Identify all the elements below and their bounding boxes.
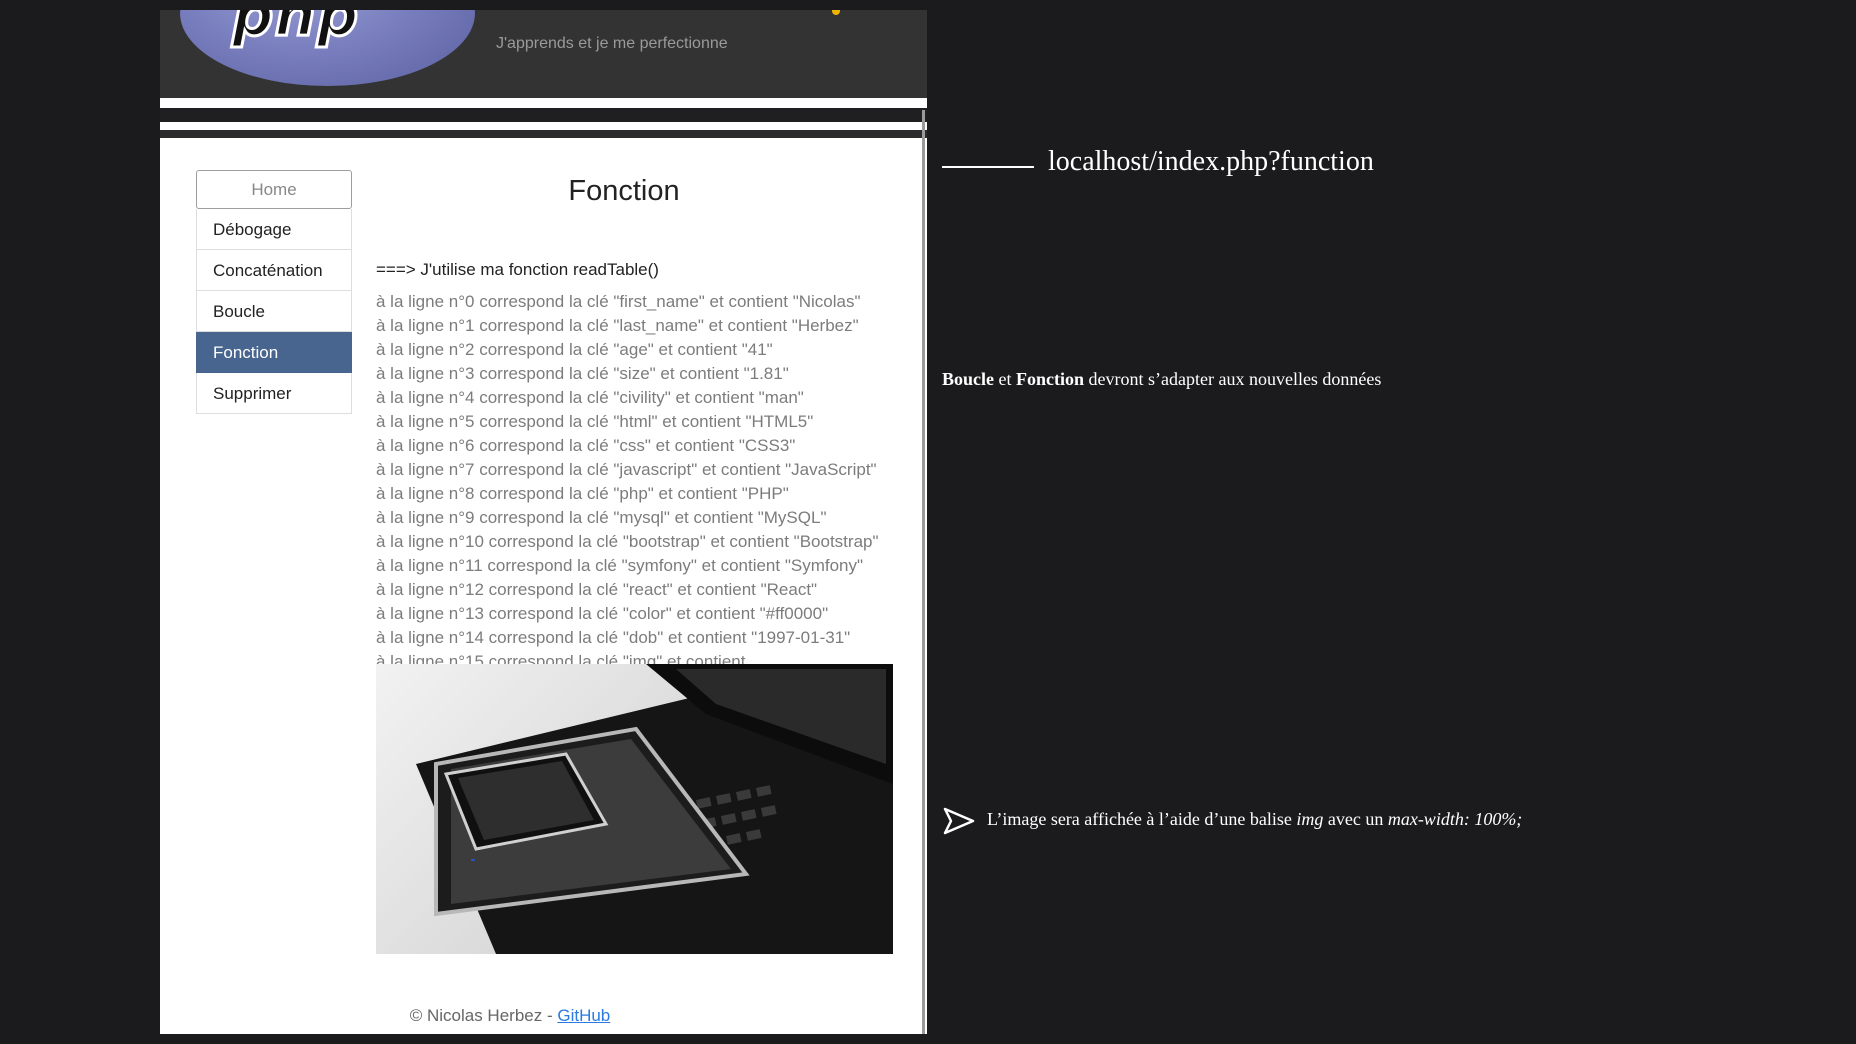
nav-item-debogage[interactable]: Débogage bbox=[196, 209, 352, 250]
nav-item-fonction[interactable]: Fonction bbox=[196, 332, 352, 373]
list-item: à la ligne n°4 correspond la clé "civili… bbox=[376, 388, 804, 407]
header-divider bbox=[160, 122, 927, 130]
boucle-word: Boucle bbox=[942, 369, 994, 389]
list-item: à la ligne n°10 correspond la clé "boots… bbox=[376, 532, 879, 551]
img-tag-word: img bbox=[1296, 809, 1324, 829]
header-divider bbox=[160, 130, 927, 138]
sidebar-nav: Home Débogage Concaténation Boucle Fonct… bbox=[196, 170, 352, 414]
list-item: à la ligne n°11 correspond la clé "symfo… bbox=[376, 556, 864, 575]
list-item: à la ligne n°5 correspond la clé "html" … bbox=[376, 412, 814, 431]
nav-item-supprimer[interactable]: Supprimer bbox=[196, 373, 352, 414]
list-item: à la ligne n°2 correspond la clé "age" e… bbox=[376, 340, 773, 359]
site-header: php J'apprends et je me perfectionne bbox=[160, 10, 927, 98]
url-dash bbox=[942, 166, 1034, 168]
scrollbar[interactable] bbox=[922, 110, 925, 1034]
list-item: à la ligne n°8 correspond la clé "php" e… bbox=[376, 484, 789, 503]
nav-item-boucle[interactable]: Boucle bbox=[196, 291, 352, 332]
list-item: à la ligne n°6 correspond la clé "css" e… bbox=[376, 436, 796, 455]
github-link[interactable]: GitHub bbox=[557, 1006, 610, 1025]
footer-copyright: © Nicolas Herbez - bbox=[409, 1006, 558, 1025]
php-logo[interactable]: php bbox=[180, 10, 475, 86]
list-item: à la ligne n°1 correspond la clé "last_n… bbox=[376, 316, 859, 335]
list-item: à la ligne n°0 correspond la clé "first_… bbox=[376, 292, 861, 311]
list-item: à la ligne n°3 correspond la clé "size" … bbox=[376, 364, 789, 383]
function-intro: ===> J'utilise ma fonction readTable() bbox=[376, 260, 659, 279]
devices-illustration bbox=[416, 664, 893, 954]
fonction-word: Fonction bbox=[1016, 369, 1085, 389]
arrow-pointer-icon bbox=[943, 807, 975, 835]
php-logo-text: php bbox=[230, 10, 360, 49]
list-item: à la ligne n°12 correspond la clé "react… bbox=[376, 580, 818, 599]
boucle-note-rest: devront s’adapter aux nouvelles données bbox=[1084, 369, 1382, 389]
site-tagline: J'apprends et je me perfectionne bbox=[496, 35, 728, 52]
list-item: à la ligne n°13 correspond la clé "color… bbox=[376, 604, 829, 623]
url-annotation: localhost/index.php?function bbox=[1048, 146, 1374, 177]
header-divider bbox=[160, 98, 927, 108]
nav-item-concatenation[interactable]: Concaténation bbox=[196, 250, 352, 291]
table-rows: à la ligne n°0 correspond la clé "first_… bbox=[376, 290, 879, 674]
list-item: à la ligne n°9 correspond la clé "mysql"… bbox=[376, 508, 827, 527]
max-width-rule: max-width: 100%; bbox=[1387, 809, 1523, 829]
list-item: à la ligne n°14 correspond la clé "dob" … bbox=[376, 628, 851, 647]
img-note-prefix: L’image sera affichée à l’aide d’une bal… bbox=[987, 809, 1297, 829]
img-note-middle: avec un bbox=[1323, 809, 1388, 829]
and-word: et bbox=[994, 369, 1016, 389]
boucle-fonction-note: Boucle et Fonction devront s’adapter aux… bbox=[942, 369, 1381, 390]
img-note: L’image sera affichée à l’aide d’une bal… bbox=[987, 809, 1522, 830]
nav-item-home[interactable]: Home bbox=[196, 170, 352, 209]
website-frame: php J'apprends et je me perfectionne Hom… bbox=[160, 10, 927, 1034]
list-item: à la ligne n°7 correspond la clé "javasc… bbox=[376, 460, 877, 479]
accent-mark bbox=[832, 10, 840, 15]
page-title: Fonction bbox=[568, 175, 680, 207]
site-footer: © Nicolas Herbez - GitHub bbox=[160, 1006, 860, 1026]
devices-photo bbox=[376, 664, 893, 954]
